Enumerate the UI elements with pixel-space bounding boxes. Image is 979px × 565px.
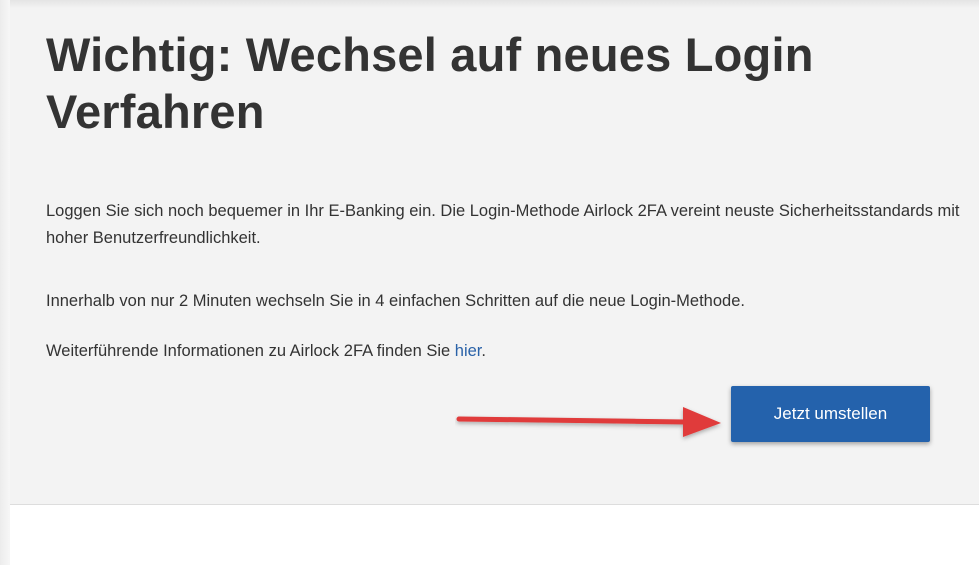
- page: Wichtig: Wechsel auf neues Login Verfahr…: [0, 0, 979, 565]
- login-notice-panel: Wichtig: Wechsel auf neues Login Verfahr…: [10, 8, 979, 505]
- intro-paragraph: Loggen Sie sich noch bequemer in Ihr E-B…: [46, 202, 960, 247]
- page-title: Wichtig: Wechsel auf neues Login Verfahr…: [46, 28, 814, 138]
- info-link-hier[interactable]: hier: [455, 342, 482, 360]
- steps-paragraph: Innerhalb von nur 2 Minuten wechseln Sie…: [46, 292, 745, 310]
- info-paragraph-end: .: [481, 342, 486, 360]
- right-arrow-icon: [456, 407, 721, 437]
- info-paragraph: Weiterführende Informationen zu Airlock …: [46, 338, 966, 365]
- info-paragraph-text: Weiterführende Informationen zu Airlock …: [46, 342, 455, 360]
- left-edge-shadow: [0, 0, 10, 565]
- switch-now-button[interactable]: Jetzt umstellen: [731, 386, 930, 442]
- top-edge-shadow: [10, 0, 979, 8]
